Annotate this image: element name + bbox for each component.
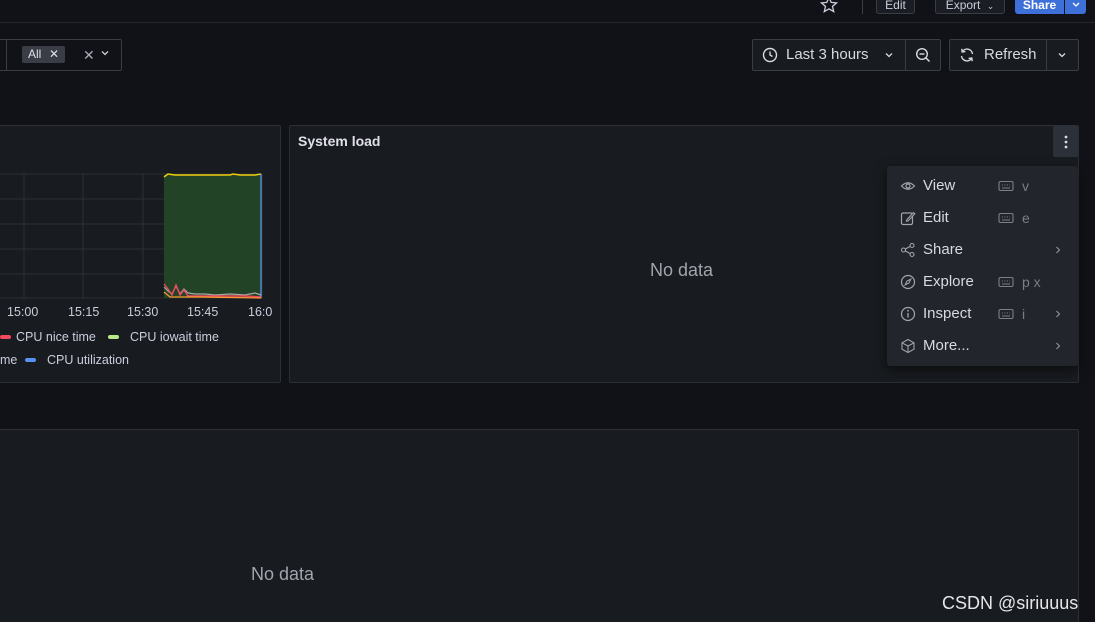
eye-icon [900,182,916,190]
clock-icon [762,47,778,63]
x-tick-label: 15:45 [187,305,218,319]
zoom-out-icon [915,47,931,63]
bottom-panel [0,429,1079,622]
chevron-down-icon [1072,2,1079,7]
star-icon[interactable] [820,0,838,14]
menu-item-label: Share [923,241,964,258]
chevron-right-icon [1056,342,1061,350]
legend-item[interactable]: CPU nice time [16,329,96,345]
cpu-chart: 15:00 15:15 15:30 15:45 16:0 [0,173,272,319]
edit-dashboard-button[interactable]: Edit [876,0,915,14]
legend-swatch-utilization [25,358,36,362]
share-icon [900,242,915,258]
x-tick-label: 16:0 [248,305,272,319]
refresh-label: Refresh [984,46,1037,63]
x-tick-label: 15:30 [127,305,158,319]
info-icon [900,306,916,322]
panel-title[interactable]: System load [298,133,380,149]
legend-item[interactable]: CPU utilization [47,352,129,368]
watermark: CSDN @siriuuus [942,593,1079,613]
clear-filter-icon[interactable]: ✕ [83,47,95,63]
export-label: Export [945,0,981,12]
menu-item-label: More... [923,337,970,354]
chevron-down-icon [885,53,893,58]
refresh-icon [960,48,974,62]
chevron-down-icon [1058,53,1066,58]
shortcut-key: i [1022,306,1026,322]
shortcut-key: v [1022,178,1029,194]
compass-icon [900,274,916,290]
menu-item-label: Inspect [923,305,972,322]
more-vertical-icon [1064,135,1068,149]
edit-icon [900,211,916,226]
shortcut-key: e [1022,210,1030,226]
chevron-right-icon [1056,310,1061,318]
x-tick-label: 15:15 [68,305,99,319]
menu-item-label: Explore [923,273,974,290]
filter-divider [6,40,7,70]
no-data-message: No data [251,564,315,584]
keyboard-icon [998,212,1014,224]
chevron-down-icon: ⌄ [986,1,995,11]
keyboard-icon [998,308,1014,320]
share-menu-button[interactable] [1065,0,1086,14]
top-navbar [0,0,1095,23]
export-button[interactable]: Export ⌄ [935,0,1005,14]
chevron-right-icon [1056,246,1061,254]
keyboard-icon [998,276,1014,288]
toolbar-divider [862,0,863,14]
legend-swatch-nice [0,335,11,339]
legend-swatch-iowait [108,335,119,339]
chevron-down-icon[interactable] [100,48,110,58]
cube-icon [901,338,915,354]
legend-item[interactable]: CPU iowait time [130,329,219,345]
x-tick-label: 15:00 [7,305,38,319]
no-data-message: No data [650,260,714,280]
menu-item-label: View [923,177,956,194]
keyboard-icon [998,180,1014,192]
time-range-label: Last 3 hours [786,46,869,63]
legend-item[interactable]: me [0,352,17,368]
series-green-area [164,175,261,298]
share-button[interactable]: Share [1015,0,1064,14]
shortcut-key: p x [1022,274,1041,290]
menu-item-label: Edit [923,209,949,226]
chip-remove-icon[interactable]: ✕ [49,46,59,63]
